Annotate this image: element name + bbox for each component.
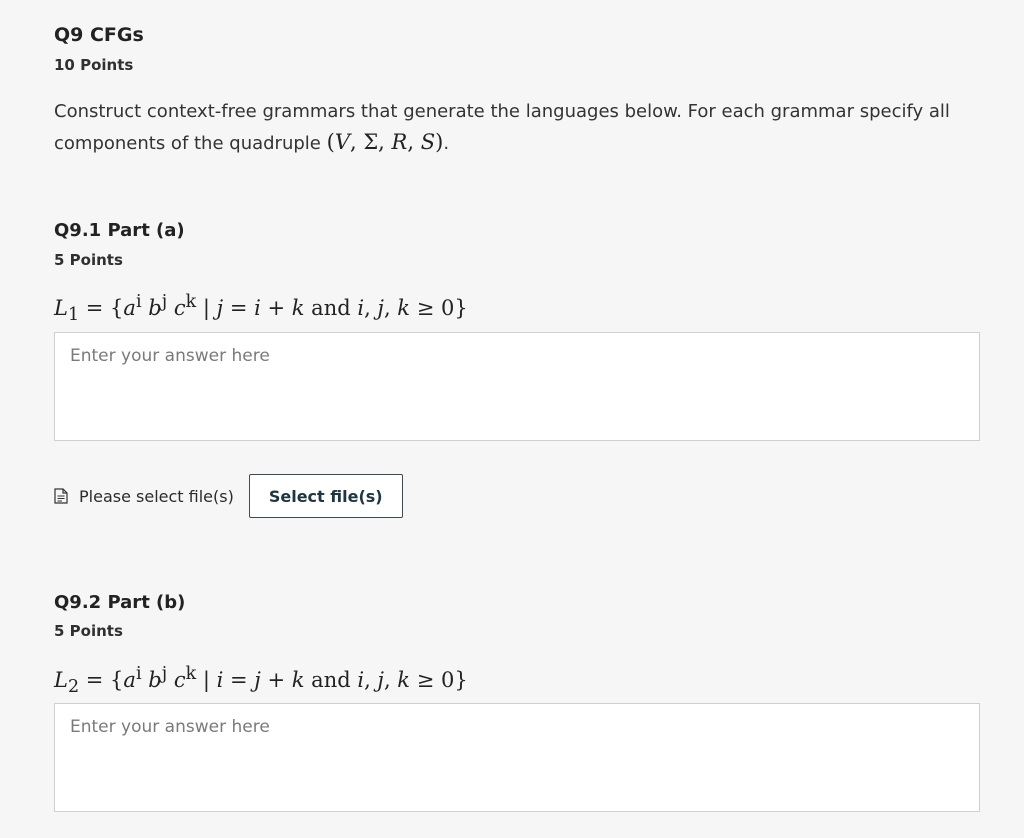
file-upload-row: Please select file(s) Select file(s) xyxy=(54,474,403,518)
part-b-title: Q9.2 Part (b) xyxy=(54,592,186,613)
question-prompt: Construct context-free grammars that gen… xyxy=(54,97,984,159)
part-b-language: L2 = {ai bj ck | i = j + k and i, j, k ≥… xyxy=(54,664,468,698)
part-b-answer-input[interactable] xyxy=(55,704,979,811)
part-a-language: L1 = {ai bj ck | j = i + k and i, j, k ≥… xyxy=(54,292,468,326)
part-a-points: 5 Points xyxy=(54,251,123,269)
part-a-title: Q9.1 Part (a) xyxy=(54,220,185,241)
part-a-answer-box[interactable] xyxy=(54,332,980,441)
question-points: 10 Points xyxy=(54,56,134,74)
part-b-answer-box[interactable] xyxy=(54,703,980,812)
prompt-end: . xyxy=(443,133,450,154)
part-a-answer-input[interactable] xyxy=(55,333,979,440)
document-icon xyxy=(54,488,68,504)
prompt-quadruple-math: (V, Σ, R, S) xyxy=(326,130,444,154)
question-title: Q9 CFGs xyxy=(54,24,144,46)
part-b-points: 5 Points xyxy=(54,622,123,640)
file-status-label: Please select file(s) xyxy=(79,486,234,506)
select-files-button[interactable]: Select file(s) xyxy=(248,474,403,518)
prompt-text: Construct context-free grammars that gen… xyxy=(54,101,950,154)
